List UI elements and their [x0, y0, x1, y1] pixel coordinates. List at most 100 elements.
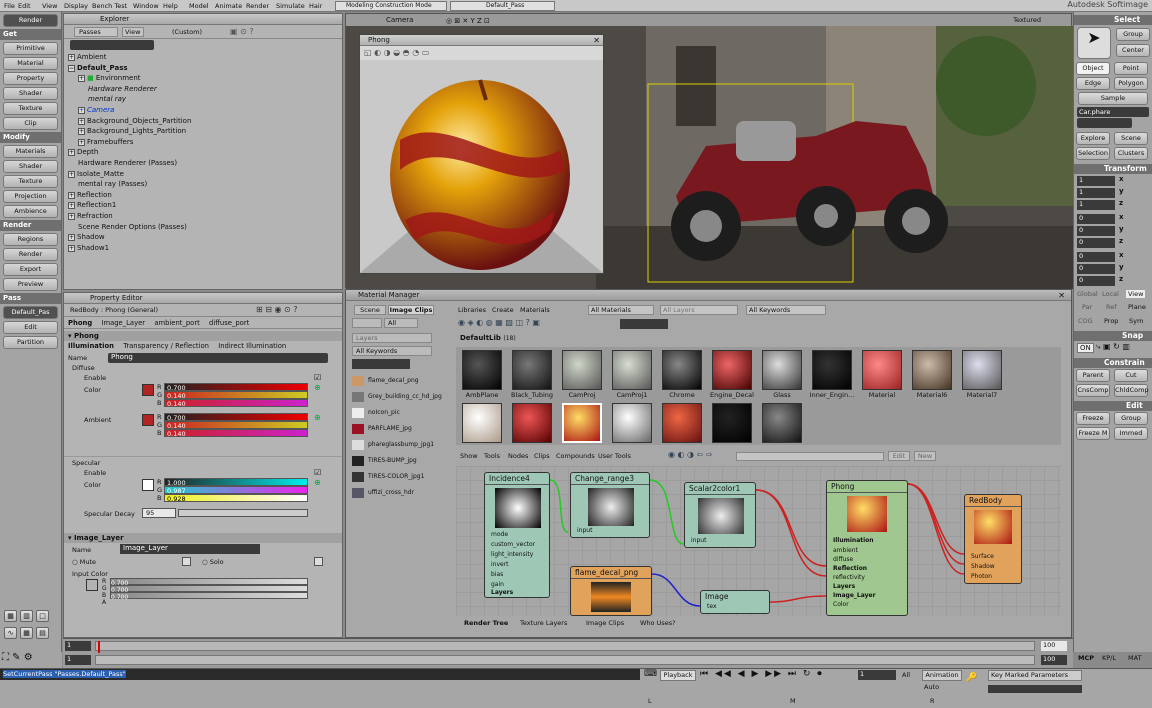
solo-checkbox[interactable] [314, 557, 323, 566]
rotate-z-field[interactable]: 0 [1077, 238, 1115, 248]
preview-button[interactable]: Preview [3, 278, 58, 291]
center-button[interactable]: Center [1116, 44, 1150, 57]
tree-new-button[interactable]: New [914, 451, 936, 461]
tree-item[interactable]: mental ray [64, 94, 342, 105]
view-dropdown[interactable]: View [122, 27, 144, 37]
menu-compounds[interactable]: Compounds [556, 452, 595, 460]
tab-kp-l[interactable]: KP/L [1102, 654, 1116, 662]
menu-model[interactable]: Model [189, 2, 209, 10]
input-color-swatch[interactable] [86, 579, 98, 591]
timeline-cursor[interactable] [98, 641, 100, 653]
image-node[interactable]: Image tex [700, 590, 770, 614]
spec-decay-field[interactable]: 95 [142, 508, 176, 518]
ambient-r-slider[interactable]: 0.700 [164, 413, 308, 422]
render-button[interactable]: Render [3, 248, 58, 261]
tree-item[interactable]: + Framebuffers [64, 137, 342, 148]
menu-libraries[interactable]: Libraries [458, 306, 486, 314]
material-thumb[interactable] [662, 403, 702, 443]
material-thumb[interactable] [612, 350, 652, 390]
layout-tile-icon[interactable]: ▤ [36, 627, 49, 639]
all-dropdown[interactable]: All [384, 318, 418, 328]
mm-filter-dropdown[interactable] [352, 318, 382, 328]
input-r-slider[interactable]: 0.700 [110, 578, 308, 587]
range-start-field[interactable]: 1 [65, 655, 91, 665]
playback-button[interactable]: Playback [660, 670, 696, 681]
menu-tools[interactable]: Tools [484, 452, 500, 460]
explorer-search-field[interactable] [70, 40, 154, 50]
specular-connect-icon[interactable]: ⊕ [314, 478, 321, 487]
scale-x-field[interactable]: 1 [1077, 176, 1115, 186]
playback-controls[interactable]: ⏮ ◀◀ ◀ ▶ ▶▶ ⏭ ↻ ⏺ [700, 669, 824, 679]
list-item[interactable]: TIRES-BUMP_jpg [350, 454, 446, 470]
tab-image-layer[interactable]: Image_Layer [101, 319, 145, 327]
diffuse-connect-icon[interactable]: ⊕ [314, 383, 321, 392]
scene-button[interactable]: Scene [1114, 132, 1148, 145]
menu-view[interactable]: View [42, 2, 57, 10]
range-slider[interactable] [95, 655, 1035, 665]
layout-grid-icon[interactable]: ▦ [4, 610, 17, 622]
sample-button[interactable]: Sample [1078, 92, 1148, 105]
material-button[interactable]: Material [3, 57, 58, 70]
tree-item[interactable]: − Default_Pass [64, 63, 342, 74]
regions-button[interactable]: Regions [3, 233, 58, 246]
ambient-b-slider[interactable]: 0.140 [164, 429, 308, 438]
menu-materials[interactable]: Materials [520, 306, 550, 314]
menu-clips[interactable]: Clips [534, 452, 550, 460]
texture-button[interactable]: Texture [3, 102, 58, 115]
translate-x-field[interactable]: 0 [1077, 252, 1115, 262]
input-g-slider[interactable]: 0.700 [110, 585, 308, 594]
tab-illumination[interactable]: Illumination [68, 342, 114, 350]
tab-mcp[interactable]: MCP [1078, 654, 1094, 662]
current-frame-field[interactable]: 1 [858, 670, 896, 680]
all-materials-dropdown[interactable]: All Materials [588, 305, 654, 315]
modify-texture-button[interactable]: Texture [3, 175, 58, 188]
freeze-button[interactable]: Freeze [1076, 412, 1110, 425]
select-arrow-icon[interactable]: ➤ [1077, 27, 1111, 59]
display-mode-label[interactable]: Textured [1013, 14, 1041, 26]
flame-decal-node[interactable]: flame_decal_png [570, 566, 652, 616]
specular-color-swatch[interactable] [142, 479, 154, 491]
ref-button[interactable]: Ref [1106, 303, 1117, 311]
module-render-button[interactable]: Render [3, 14, 58, 27]
list-item[interactable]: uffizi_cross_hdr [350, 486, 446, 502]
selection-field[interactable]: Car.phare [1077, 107, 1149, 117]
layout-single-icon[interactable]: □ [36, 610, 49, 622]
image-layer-section[interactable]: ▾ Image_Layer [64, 533, 342, 543]
menu-hair[interactable]: Hair [309, 2, 322, 10]
group-button[interactable]: Group [1116, 28, 1150, 41]
ambience-button[interactable]: Ambience [3, 205, 58, 218]
tab-render-tree[interactable]: Render Tree [464, 619, 508, 627]
material-thumb[interactable] [762, 403, 802, 443]
edit-group-button[interactable]: Group [1114, 412, 1148, 425]
sym-button[interactable]: Sym [1129, 317, 1143, 325]
il-name-field[interactable]: Image_Layer [120, 544, 260, 554]
tree-item[interactable]: mental ray (Passes) [64, 179, 342, 190]
redbody-node[interactable]: RedBody Surface Shadow Photon [964, 494, 1022, 584]
tab-scene[interactable]: Scene [354, 305, 386, 315]
tab-indirect[interactable]: Indirect Illumination [218, 342, 286, 350]
list-item[interactable]: phareglassbump_jpg1 [350, 438, 446, 454]
projection-button[interactable]: Projection [3, 190, 58, 203]
cnscomp-button[interactable]: CnsComp [1076, 384, 1110, 397]
translate-y-field[interactable]: 0 [1077, 264, 1115, 274]
tree-nav-icons[interactable]: ◉ ◐ ◑ ⇦ ⇨ [668, 450, 713, 459]
edge-button[interactable]: Edge [1076, 77, 1110, 90]
phong-preview-window[interactable]: Phong ✕ ◱ ◐ ◑ ◒ ◓ ◔ ▭ [359, 34, 604, 274]
change-range-node[interactable]: Change_range3 input [570, 472, 650, 538]
all-label[interactable]: All [902, 671, 910, 679]
layout-icons[interactable]: ▦ ▥ □ ∿ ▦ ▤ [4, 610, 58, 646]
material-thumb[interactable] [862, 350, 902, 390]
library-search-field[interactable] [620, 319, 668, 329]
property-button[interactable]: Property [3, 72, 58, 85]
tree-item[interactable]: + Ambient [64, 52, 342, 63]
explore-button[interactable]: Explore [1076, 132, 1110, 145]
shader-button[interactable]: Shader [3, 87, 58, 100]
local-button[interactable]: Local [1102, 290, 1119, 298]
par-button[interactable]: Par [1082, 303, 1092, 311]
list-item[interactable]: Grey_building_cc_hd_jpg [350, 390, 446, 406]
timeline-end-field[interactable]: 100 [1041, 641, 1067, 651]
spec-decay-slider[interactable] [178, 509, 308, 517]
animation-button[interactable]: Animation [922, 670, 962, 681]
material-thumb[interactable] [512, 350, 552, 390]
tree-item[interactable]: Hardware Renderer (Passes) [64, 158, 342, 169]
